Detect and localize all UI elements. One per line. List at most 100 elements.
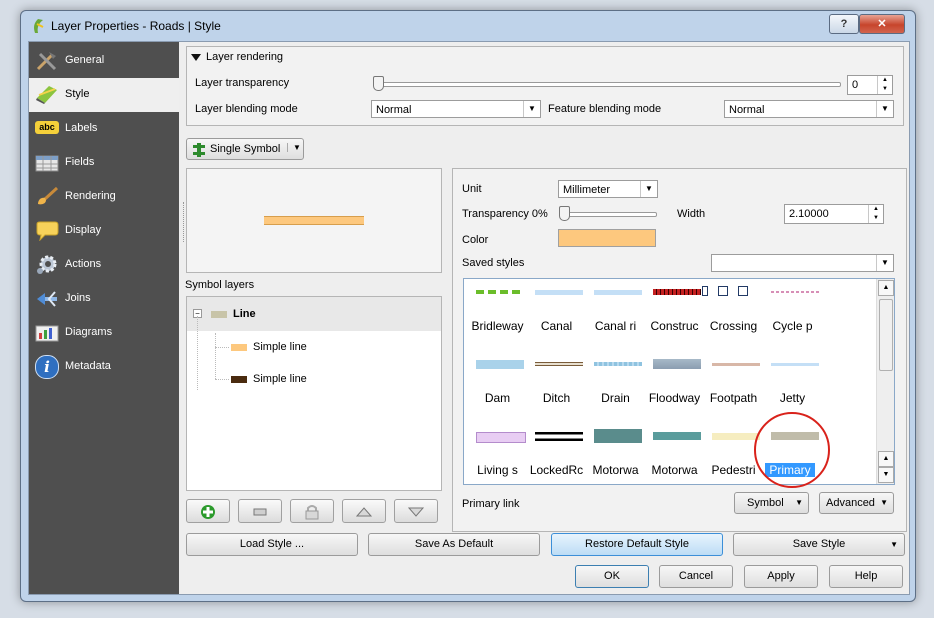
collapse-arrow-icon[interactable] (191, 54, 201, 62)
splitter-handle[interactable] (183, 202, 186, 242)
simple-line-color-swatch (231, 376, 247, 383)
layer-transparency-slider[interactable] (377, 82, 841, 87)
style-item[interactable]: Crossing (702, 279, 763, 351)
save-style-button[interactable]: Save Style ▼ (733, 533, 905, 556)
joins-icon (37, 291, 57, 307)
sidebar-item-fields[interactable]: Fields (29, 146, 179, 180)
line-color-swatch (211, 311, 227, 318)
scroll-thumb[interactable] (879, 299, 893, 371)
tree-item-simple-line-1[interactable]: Simple line (197, 337, 427, 359)
layer-blending-select[interactable]: Normal ▼ (371, 100, 541, 118)
scroll-down-icon[interactable]: ▼ (878, 467, 894, 483)
sidebar-item-display[interactable]: Display (29, 214, 179, 248)
scroll-up-icon[interactable]: ▲ (878, 280, 894, 296)
apply-button[interactable]: Apply (744, 565, 818, 588)
sidebar-item-general[interactable]: General (29, 44, 179, 78)
style-item[interactable]: Canal ri (586, 279, 645, 351)
style-name: Drain (601, 391, 630, 405)
layer-transparency-spinbox[interactable]: 0 ▲ ▼ (847, 75, 893, 95)
feature-blending-select[interactable]: Normal ▼ (724, 100, 894, 118)
restore-default-style-button[interactable]: Restore Default Style (551, 533, 723, 556)
add-layer-button[interactable] (186, 499, 230, 523)
style-name: Floodway (648, 391, 701, 405)
unit-select[interactable]: Millimeter ▼ (558, 180, 658, 198)
style-name: LockedRc (529, 463, 584, 477)
sidebar-item-actions[interactable]: Actions (29, 248, 179, 282)
layer-transparency-slider-handle[interactable] (373, 76, 384, 91)
style-preview (476, 431, 526, 443)
styles-scrollbar[interactable]: ▲ ▲ ▼ (876, 279, 894, 484)
style-item[interactable]: Construc (645, 279, 704, 351)
style-item[interactable]: Drain (586, 351, 645, 423)
load-style-button[interactable]: Load Style ... (186, 533, 358, 556)
sidebar-item-label: Labels (65, 122, 98, 134)
symbol-transparency-slider[interactable] (563, 212, 657, 217)
sidebar-item-joins[interactable]: Joins (29, 282, 179, 316)
tree-item-simple-line-2[interactable]: Simple line (197, 369, 427, 391)
color-button[interactable] (558, 229, 656, 247)
tree-item-line[interactable]: − Line (187, 297, 441, 331)
sidebar: General Style abc Labels Fields Renderin… (29, 42, 179, 594)
move-up-button[interactable] (342, 499, 386, 523)
remove-layer-button[interactable] (238, 499, 282, 523)
sidebar-item-label: Rendering (65, 190, 116, 202)
chevron-down-icon: ▼ (880, 498, 888, 507)
sidebar-item-labels[interactable]: abc Labels (29, 112, 179, 146)
style-item[interactable]: Canal (527, 279, 586, 351)
style-item[interactable]: Motorwa (586, 423, 645, 484)
simple-line-color-swatch (231, 344, 247, 351)
style-preview (594, 289, 642, 295)
advanced-menu-button[interactable]: Advanced ▼ (819, 492, 894, 514)
lock-layer-button[interactable] (290, 499, 334, 523)
style-name: Ditch (542, 391, 571, 405)
chevron-down-icon: ▼ (795, 498, 803, 507)
plus-icon (201, 505, 215, 519)
gear-icon (37, 255, 57, 274)
help-button[interactable]: Help (829, 565, 903, 588)
symbol-menu-button[interactable]: Symbol ▼ (734, 492, 809, 514)
layer-blending-label: Layer blending mode (195, 103, 298, 115)
brush-icon (36, 86, 57, 104)
symbol-transparency-slider-handle[interactable] (559, 206, 570, 221)
layer-rendering-header: Layer rendering (206, 51, 284, 63)
sidebar-item-rendering[interactable]: Rendering (29, 180, 179, 214)
chevron-down-icon: ▼ (640, 181, 657, 197)
paintbrush-icon (38, 187, 59, 205)
width-spinbox[interactable]: 2.10000 ▲ ▼ (784, 204, 884, 224)
style-preview (476, 359, 524, 369)
save-as-default-button[interactable]: Save As Default (368, 533, 540, 556)
saved-styles-select[interactable]: ▼ (711, 254, 894, 272)
scroll-up-icon[interactable]: ▲ (878, 451, 894, 467)
close-window-button[interactable]: ✕ (859, 14, 905, 34)
ok-button[interactable]: OK (575, 565, 649, 588)
sidebar-item-diagrams[interactable]: Diagrams (29, 316, 179, 350)
style-item[interactable]: Floodway (645, 351, 704, 423)
style-preview (771, 362, 819, 366)
style-item[interactable]: Bridleway (468, 279, 527, 351)
spin-arrows-icon[interactable]: ▲ ▼ (868, 205, 883, 223)
style-preview (653, 432, 701, 440)
help-title-button[interactable]: ? (829, 14, 859, 34)
style-item[interactable]: Ditch (527, 351, 586, 423)
arrow-down-icon (408, 507, 424, 517)
style-item[interactable]: Dam (468, 351, 527, 423)
sidebar-item-style[interactable]: Style (29, 78, 179, 112)
style-item[interactable]: Motorwa (645, 423, 704, 484)
layer-rendering-group: Layer rendering Layer transparency 0 ▲ ▼ L… (186, 46, 904, 126)
spin-arrows-icon[interactable]: ▲ ▼ (877, 76, 892, 94)
sidebar-item-metadata[interactable]: i Metadata (29, 350, 179, 384)
sidebar-item-label: Fields (65, 156, 95, 168)
symbol-layer-toolbar (186, 499, 442, 523)
style-item[interactable]: Cycle p (763, 279, 822, 351)
cancel-button[interactable]: Cancel (659, 565, 733, 588)
sidebar-item-label: General (65, 54, 105, 66)
renderer-type-select[interactable]: Single Symbol ▼ (186, 138, 304, 160)
style-item[interactable]: Living s (468, 423, 527, 484)
save-style-label: Save Style (792, 538, 846, 550)
style-name: Bridleway (471, 319, 524, 333)
advanced-button-label: Advanced (826, 497, 875, 509)
sidebar-item-label: Actions (65, 258, 102, 270)
style-item[interactable]: LockedRc (527, 423, 586, 484)
current-style-name: Primary link (462, 498, 520, 510)
move-down-button[interactable] (394, 499, 438, 523)
